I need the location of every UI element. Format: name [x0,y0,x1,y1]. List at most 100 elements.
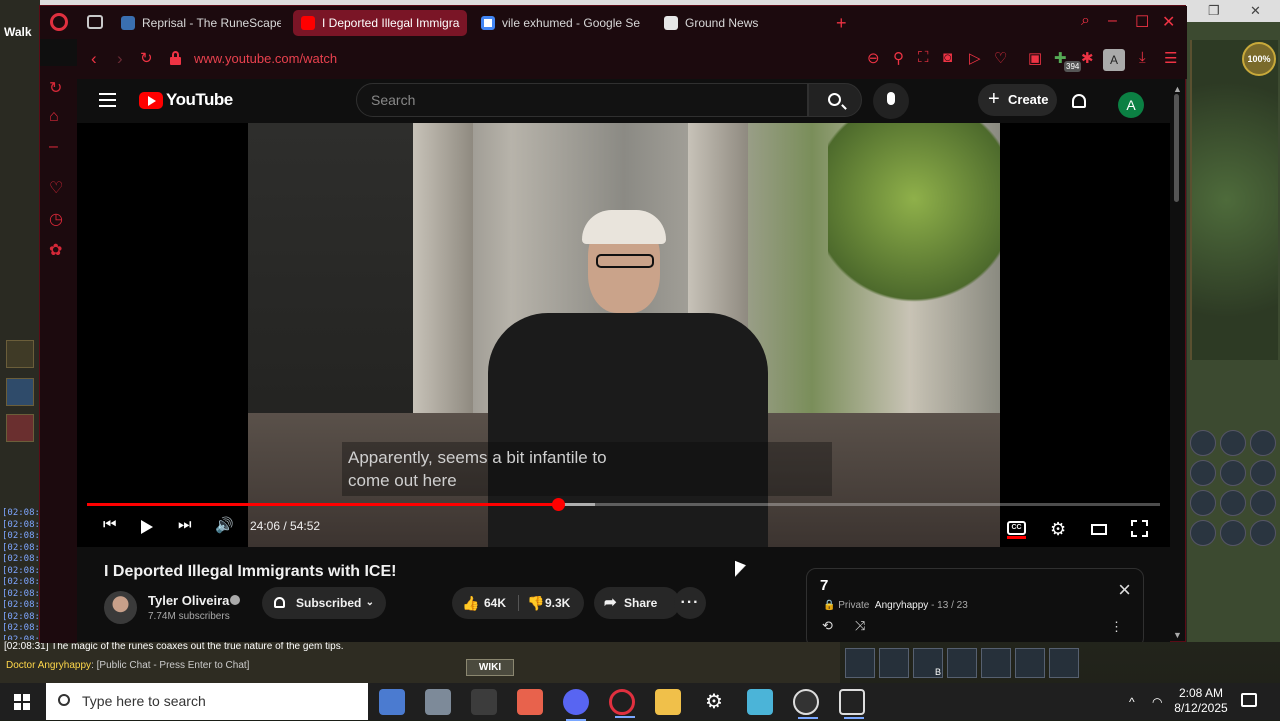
scroll-up-icon[interactable]: ▲ [1173,84,1182,94]
thumbs-up-icon[interactable]: 👍 [462,587,479,619]
theater-mode-icon[interactable] [1091,524,1107,535]
opera-gx-app-icon[interactable] [609,689,635,715]
history-arrow-icon[interactable]: ↻ [49,78,62,98]
share-button[interactable]: ➦ Share [594,587,680,619]
minimap[interactable] [1190,40,1278,360]
file-explorer-app-icon[interactable] [655,689,681,715]
reload-icon[interactable]: ↻ [140,49,153,67]
search-input[interactable]: Search [356,83,808,117]
forward-icon[interactable]: › [117,49,123,69]
playlist-title[interactable]: 7 [820,577,828,594]
captions-button[interactable]: CC [1007,521,1026,535]
video-player[interactable]: Apparently, seems a bit infantile to com… [77,123,1170,547]
ability-slot-icon[interactable] [6,340,34,368]
hamburger-menu-icon[interactable] [99,93,116,111]
extensions-icon[interactable]: ✿ [49,240,62,260]
search-tabs-icon[interactable]: ⌕ [1081,12,1090,30]
inventory-slot[interactable] [1190,520,1216,546]
discord-app-icon[interactable] [563,689,589,715]
more-actions-button[interactable]: ··· [674,587,706,619]
settings-gear-icon[interactable]: ⚙ [1050,519,1066,540]
inventory-slot[interactable] [1220,430,1246,456]
inventory-slot[interactable] [1250,520,1276,546]
account-avatar[interactable]: A [1118,92,1144,118]
snipping-tool-app-icon[interactable] [425,689,451,715]
runelite-app-icon[interactable] [747,689,773,715]
extension-icon[interactable]: ▣ [1028,49,1042,67]
progress-bar[interactable] [87,503,1160,506]
playlist-owner[interactable]: Angryhappy [875,600,928,611]
scrollbar-thumb[interactable] [1174,94,1179,202]
inventory-slot[interactable] [1220,460,1246,486]
pocket-icon[interactable]: ◙ [943,49,952,66]
inventory-slot[interactable] [1250,430,1276,456]
wifi-icon[interactable]: ◠ [1152,695,1162,709]
tab-google-search[interactable]: vile exhumed - Google Se [473,10,643,36]
inventory-slot[interactable] [1190,490,1216,516]
favorites-heart-icon[interactable]: ♡ [49,178,63,198]
chat-input[interactable]: Doctor Angryhappy: [Public Chat - Press … [6,660,249,671]
action-slot[interactable] [1015,648,1045,678]
compass-icon[interactable]: 100% [1242,42,1276,76]
channel-avatar[interactable] [104,591,137,624]
progress-scrubber[interactable] [552,498,565,511]
heart-icon[interactable]: ♡ [994,49,1007,67]
tab-ground-news[interactable]: Ground News [656,10,826,36]
lock-icon[interactable] [170,51,181,65]
inventory-slot[interactable] [1220,490,1246,516]
system-clock[interactable]: 2:08 AM 8/12/2025 [1174,686,1228,716]
maximize-icon[interactable]: ☐ [1135,12,1149,32]
loop-icon[interactable]: ⟲ [822,618,833,634]
dislike-count[interactable]: 9.3K [545,587,570,619]
ability-slot-icon[interactable] [6,378,34,406]
history-clock-icon[interactable]: ◷ [49,209,63,229]
voice-search-button[interactable] [873,83,909,119]
inventory-slot[interactable] [1190,460,1216,486]
tray-overflow-icon[interactable]: ^ [1129,695,1135,709]
inventory-slot[interactable] [1250,490,1276,516]
vpn-icon[interactable]: ✚ [1054,49,1067,67]
more-vertical-icon[interactable]: ⋮ [1110,619,1123,635]
brave-app-icon[interactable] [517,689,543,715]
xmind-app-icon[interactable] [471,689,497,715]
pin-icon[interactable]: ⚲ [893,49,904,67]
action-slot[interactable]: B [947,648,977,678]
create-button[interactable]: + Create [978,84,1057,116]
close-icon[interactable]: ✕ [1250,0,1261,22]
profile-button[interactable]: A [1103,49,1125,71]
previous-icon[interactable]: ⏮ [103,516,117,533]
inventory-slot[interactable] [1250,460,1276,486]
workspaces-icon[interactable] [87,15,103,29]
close-icon[interactable]: × [1118,577,1131,603]
action-slot[interactable] [879,648,909,678]
opera-logo-icon[interactable] [50,13,68,31]
fullscreen-icon[interactable] [1131,520,1148,537]
calculator-app-icon[interactable] [379,689,405,715]
channel-name[interactable]: Tyler Oliveira [148,593,229,608]
zoom-out-icon[interactable]: ⊖ [867,49,880,67]
player-icon[interactable]: ▷ [969,49,981,67]
tab-runescape-wiki[interactable]: Reprisal - The RuneScape [113,10,281,36]
notifications-icon[interactable] [1241,693,1257,707]
new-tab-button[interactable]: + [836,13,847,34]
url-field[interactable]: www.youtube.com/watch [194,51,337,66]
windows-start-icon[interactable] [14,694,30,710]
thumbs-down-icon[interactable]: 👎 [527,587,544,619]
volume-icon[interactable]: 🔊 [215,516,234,534]
inventory-slot[interactable] [1220,520,1246,546]
taskbar-search-input[interactable]: Type here to search [46,683,368,720]
wiki-button[interactable]: WIKI [466,659,514,676]
action-slot[interactable] [845,648,875,678]
youtube-logo[interactable]: YouTube [139,90,233,110]
restore-icon[interactable]: ❐ [1208,0,1220,22]
search-button[interactable] [808,83,862,117]
like-count[interactable]: 64K [484,587,506,619]
puzzle-icon[interactable]: ✱ [1081,49,1094,67]
shuffle-icon[interactable]: ⤨ [855,618,865,634]
next-icon[interactable]: ⏭ [178,516,192,533]
menu-icon[interactable]: ☰ [1164,49,1177,67]
downloads-icon[interactable]: ⤓ [1139,49,1146,66]
recorder-app-icon[interactable] [793,689,819,715]
action-slot[interactable] [981,648,1011,678]
subscribed-button[interactable]: Subscribed ⌄ [262,587,386,619]
